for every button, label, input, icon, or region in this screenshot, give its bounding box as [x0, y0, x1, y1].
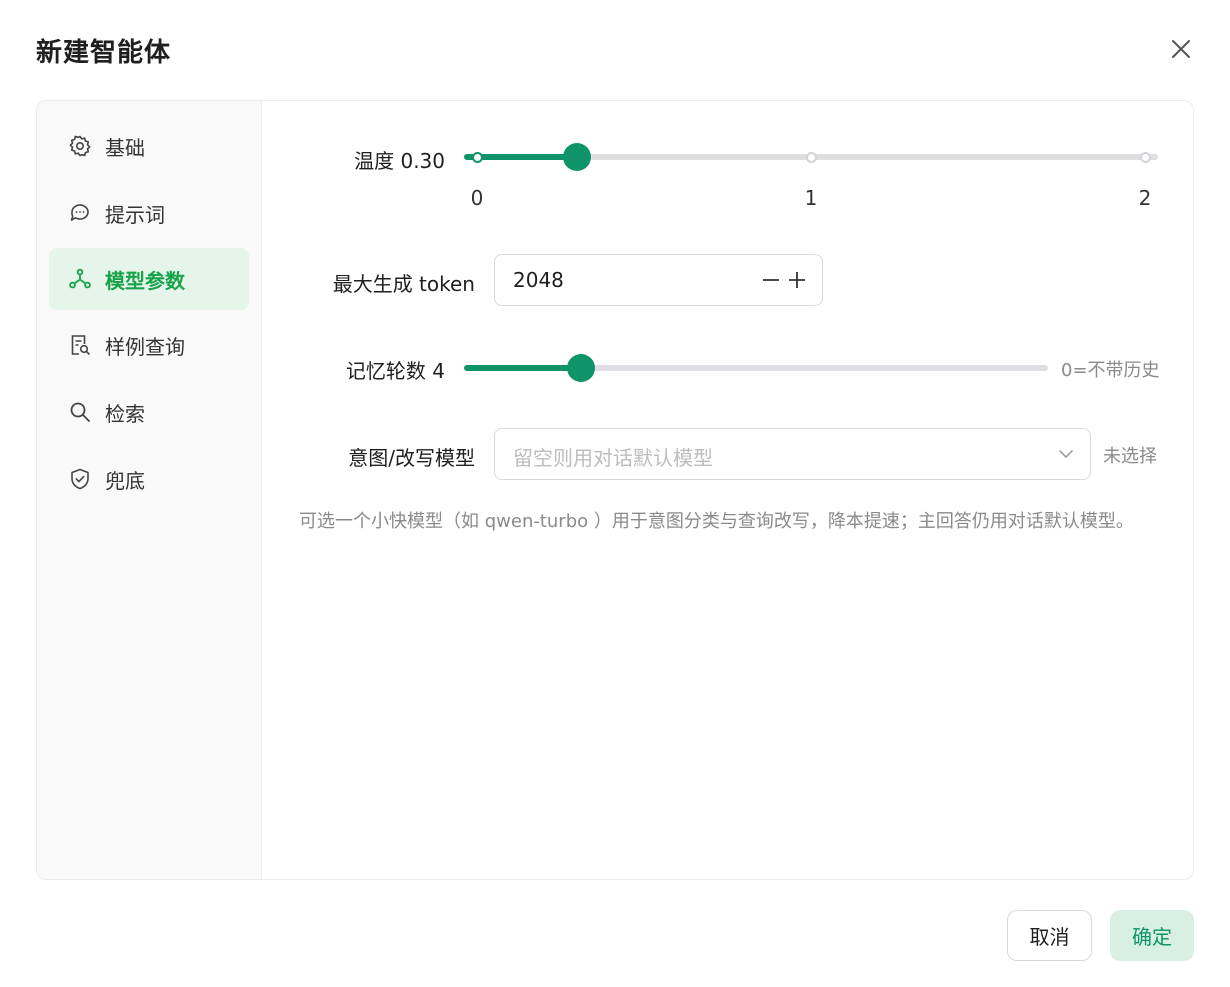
- plus-icon: [789, 272, 805, 288]
- model-params-content: 温度 0.30 0 1 2 最大生成 token 2048 记忆轮数 4 0=不…: [263, 101, 1193, 879]
- sidebar-item-label: 检索: [105, 401, 145, 426]
- chevron-down-icon: [1059, 450, 1073, 458]
- gear-icon: [68, 134, 92, 158]
- sidebar-item-fallback[interactable]: 兜底: [49, 448, 249, 510]
- close-icon: [1172, 40, 1190, 58]
- intent-model-select[interactable]: 留空则用对话默认模型: [494, 428, 1091, 480]
- dialog-title: 新建智能体: [36, 38, 172, 68]
- settings-sidebar: 基础 提示词 模型参数 样例查询 检索 兜底: [37, 101, 262, 879]
- max-tokens-value[interactable]: 2048: [513, 268, 564, 292]
- cancel-button[interactable]: 取消: [1007, 910, 1092, 961]
- confirm-button[interactable]: 确定: [1110, 910, 1194, 961]
- sidebar-item-basic[interactable]: 基础: [49, 115, 249, 177]
- intent-model-placeholder: 留空则用对话默认模型: [513, 446, 713, 470]
- decrement-button[interactable]: [759, 268, 783, 292]
- sidebar-item-label: 提示词: [105, 202, 165, 227]
- close-button[interactable]: [1166, 34, 1196, 64]
- sidebar-item-label: 样例查询: [105, 334, 185, 359]
- sidebar-item-sample-queries[interactable]: 样例查询: [49, 314, 249, 376]
- sidebar-item-label: 兜底: [105, 468, 145, 493]
- memory-hint: 0=不带历史: [1061, 360, 1160, 381]
- temperature-mark-1-dot: [805, 151, 817, 163]
- max-tokens-input[interactable]: 2048: [494, 254, 823, 306]
- nodes-icon: [68, 267, 92, 291]
- intent-model-help: 可选一个小快模型（如 qwen-turbo ）用于意图分类与查询改写，降本提速；…: [299, 511, 1134, 532]
- minus-icon: [763, 279, 779, 281]
- search-icon: [68, 400, 92, 424]
- sidebar-item-retrieval[interactable]: 检索: [49, 381, 249, 443]
- intent-model-label: 意图/改写模型: [348, 446, 475, 470]
- memory-rounds-label: 记忆轮数 4: [345, 359, 445, 383]
- temperature-mark-0-dot: [471, 151, 483, 163]
- memory-slider-fill: [464, 365, 581, 371]
- temperature-tick-label: 1: [804, 186, 818, 210]
- memory-rounds-slider[interactable]: [464, 354, 1048, 382]
- memory-slider-handle[interactable]: [566, 354, 595, 382]
- shield-check-icon: [68, 467, 92, 491]
- sidebar-item-model-params[interactable]: 模型参数: [49, 248, 249, 310]
- temperature-tick-label: 0: [470, 186, 484, 210]
- max-tokens-label: 最大生成 token: [332, 272, 475, 296]
- intent-model-status: 未选择: [1103, 446, 1157, 467]
- doc-search-icon: [68, 333, 92, 357]
- temperature-slider-handle[interactable]: [563, 143, 592, 171]
- increment-button[interactable]: [785, 268, 809, 292]
- temperature-mark-2-dot: [1139, 151, 1151, 163]
- chat-bubbles-icon: [68, 201, 92, 225]
- sidebar-item-label: 模型参数: [105, 268, 185, 293]
- new-agent-dialog: 新建智能体 基础 提示词 模型参数 样例查询 检索 兜底 温度 0.30 0 1…: [0, 0, 1230, 987]
- settings-panel: 基础 提示词 模型参数 样例查询 检索 兜底 温度 0.30 0 1 2 最大生…: [36, 100, 1194, 880]
- temperature-label: 温度 0.30: [354, 149, 445, 173]
- temperature-slider[interactable]: [464, 143, 1158, 171]
- temperature-tick-label: 2: [1138, 186, 1152, 210]
- sidebar-item-label: 基础: [105, 135, 145, 160]
- sidebar-item-prompt[interactable]: 提示词: [49, 182, 249, 244]
